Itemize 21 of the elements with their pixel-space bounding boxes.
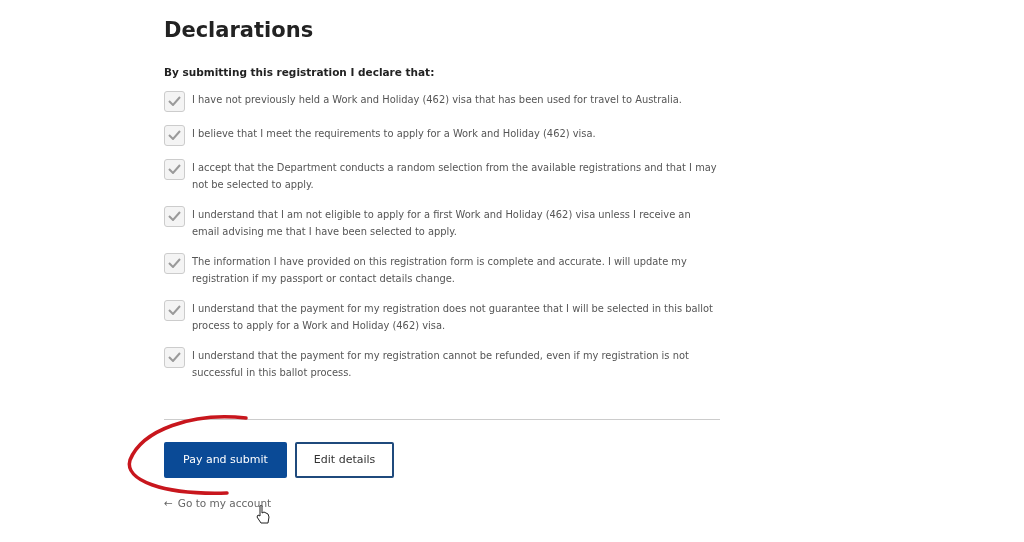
declaration-text: I understand that the payment for my registration cannot be refunded, even if my registration is not successful in this ballot process. bbox=[192, 348, 690, 380]
check-icon bbox=[168, 130, 181, 141]
check-icon bbox=[168, 211, 181, 222]
declaration-text: I believe that I meet the requirements to apply for a Work and Holiday (462) visa. bbox=[192, 126, 596, 141]
page-heading: Declarations bbox=[164, 18, 315, 44]
edit-button[interactable]: Edit details bbox=[294, 441, 395, 479]
declaration-text: I accept that the Department conducts a random selection from the available registrations and that I may not be selected to apply. bbox=[192, 160, 718, 192]
declaration-text: The information I have provided on this registration form is complete and accurate. I will update my registration if my passport or contact details change. bbox=[192, 254, 688, 286]
check-icon bbox=[168, 164, 181, 175]
hand-cursor-icon bbox=[256, 505, 270, 524]
account-link[interactable]: ← Go to my account bbox=[164, 496, 272, 513]
declaration-text: I have not previously held a Work and Holiday (462) visa that has been used for travel to Australia. bbox=[192, 92, 682, 107]
intro-text: By submitting this registration I declare that: bbox=[164, 65, 436, 81]
check-icon bbox=[168, 352, 181, 363]
back-arrow-icon: ← bbox=[164, 496, 173, 513]
declaration-text: I understand that I am not eligible to apply for a first Work and Holiday (462) visa unless I receive an email advising me that I have been selected to apply. bbox=[192, 207, 692, 239]
declaration-text: I understand that the payment for my registration does not guarantee that I will be selected in this ballot process to apply for a Work and Holiday (462) visa. bbox=[192, 301, 714, 333]
check-icon bbox=[168, 305, 181, 316]
check-icon bbox=[168, 258, 181, 269]
check-icon bbox=[168, 96, 181, 107]
pay-button[interactable]: Pay and submit bbox=[164, 441, 287, 479]
